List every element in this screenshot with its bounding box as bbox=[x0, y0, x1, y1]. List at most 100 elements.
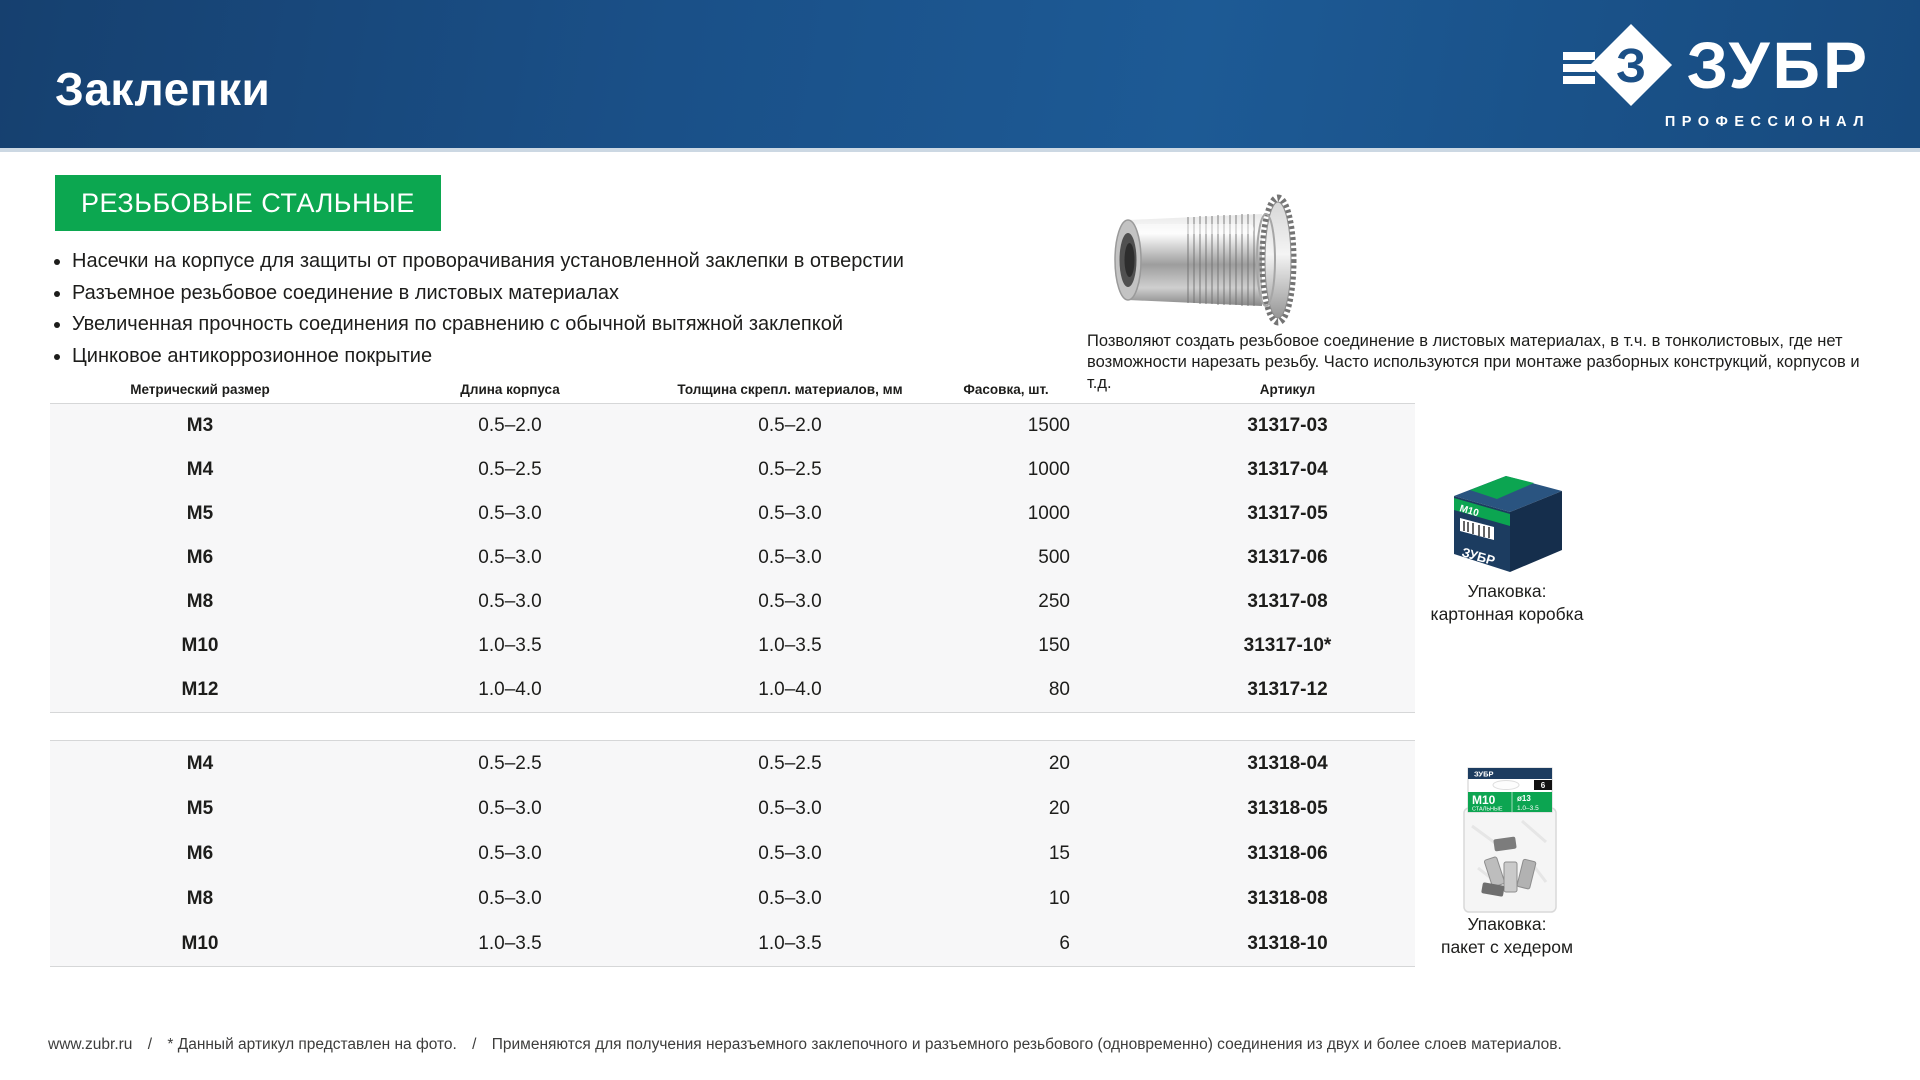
cell-thickness: 0.5–3.0 bbox=[670, 591, 910, 613]
cell-sku: 31317-03 bbox=[1160, 415, 1415, 437]
package-caption-line: Упаковка: bbox=[1382, 580, 1632, 603]
cell-length: 0.5–3.0 bbox=[350, 547, 670, 569]
table-section-bag: M4 0.5–2.5 0.5–2.5 20 31318-04 M5 0.5–3.… bbox=[50, 740, 1415, 967]
cell-sku: 31317-08 bbox=[1160, 591, 1415, 613]
cell-thickness: 0.5–2.5 bbox=[670, 753, 910, 775]
table-row: M10 1.0–3.5 1.0–3.5 6 31318-10 bbox=[50, 921, 1415, 966]
package-box-image: M10 ЗУБР bbox=[1446, 466, 1570, 581]
bag-sub-label: СТАЛЬНЫЕ bbox=[1472, 807, 1503, 813]
brand-logo: З ЗУБР ПРОФЕССИОНАЛ bbox=[1557, 22, 1870, 130]
cell-length: 1.0–3.5 bbox=[350, 933, 670, 955]
column-header-pack: Фасовка, шт. bbox=[910, 382, 1160, 397]
brand-subtitle: ПРОФЕССИОНАЛ bbox=[1665, 114, 1870, 130]
bag-diameter-label: ø13 bbox=[1517, 794, 1531, 803]
cell-thickness: 0.5–3.0 bbox=[670, 843, 910, 865]
cell-pack: 1000 bbox=[910, 459, 1160, 481]
product-table: Метрический размер Длина корпуса Толщина… bbox=[50, 376, 1415, 967]
cell-thickness: 0.5–3.0 bbox=[670, 888, 910, 910]
cell-pack: 500 bbox=[910, 547, 1160, 569]
cell-sku: 31318-06 bbox=[1160, 843, 1415, 865]
cell-length: 0.5–2.0 bbox=[350, 415, 670, 437]
table-row: M5 0.5–3.0 0.5–3.0 1000 31317-05 bbox=[50, 492, 1415, 536]
header-band: Заклепки З ЗУБР ПРОФЕССИОНАЛ bbox=[0, 0, 1920, 152]
cell-thickness: 1.0–3.5 bbox=[670, 635, 910, 657]
cell-length: 0.5–2.5 bbox=[350, 753, 670, 775]
table-row: M6 0.5–3.0 0.5–3.0 500 31317-06 bbox=[50, 536, 1415, 580]
brand-name: ЗУБР bbox=[1687, 32, 1870, 98]
rivet-nut-photo bbox=[1088, 190, 1318, 335]
cell-size: M6 bbox=[50, 843, 350, 865]
page-title: Заклепки bbox=[55, 62, 270, 116]
logo-letter: З bbox=[1616, 40, 1646, 93]
category-badge: РЕЗЬБОВЫЕ СТАЛЬНЫЕ bbox=[55, 175, 441, 231]
cell-length: 1.0–4.0 bbox=[350, 679, 670, 701]
cell-sku: 31317-06 bbox=[1160, 547, 1415, 569]
bag-count-label: 6 bbox=[1541, 781, 1546, 790]
table-row: M6 0.5–3.0 0.5–3.0 15 31318-06 bbox=[50, 831, 1415, 876]
footer-separator: / bbox=[472, 1036, 476, 1053]
package-caption-line: Упаковка: bbox=[1382, 913, 1632, 936]
cell-sku: 31317-10* bbox=[1160, 635, 1415, 657]
package-caption-bag: Упаковка: пакет с хедером bbox=[1382, 913, 1632, 959]
column-header-thickness: Толщина скрепл. материалов, мм bbox=[670, 382, 910, 397]
cell-sku: 31317-12 bbox=[1160, 679, 1415, 701]
package-caption-line: пакет с хедером bbox=[1382, 936, 1632, 959]
column-header-size: Метрический размер bbox=[50, 382, 350, 397]
cell-size: M10 bbox=[50, 635, 350, 657]
cell-sku: 31318-05 bbox=[1160, 798, 1415, 820]
feature-item: Цинковое антикоррозионное покрытие bbox=[72, 341, 944, 373]
cell-length: 0.5–2.5 bbox=[350, 459, 670, 481]
feature-item: Увеличенная прочность соединения по срав… bbox=[72, 309, 944, 341]
cell-pack: 6 bbox=[910, 933, 1160, 955]
cell-size: M5 bbox=[50, 798, 350, 820]
cell-thickness: 0.5–3.0 bbox=[670, 798, 910, 820]
package-caption-line: картонная коробка bbox=[1382, 603, 1632, 626]
package-bag-image: ЗУБР 6 M10 СТАЛЬНЫЕ ø13 1.0–3.5 bbox=[1460, 766, 1560, 921]
cell-thickness: 0.5–2.5 bbox=[670, 459, 910, 481]
feature-list: Насечки на корпусе для защиты от провора… bbox=[44, 246, 944, 372]
cell-size: M8 bbox=[50, 888, 350, 910]
cell-sku: 31318-10 bbox=[1160, 933, 1415, 955]
bag-size-label: M10 bbox=[1472, 793, 1496, 807]
cell-size: M3 bbox=[50, 415, 350, 437]
cell-pack: 15 bbox=[910, 843, 1160, 865]
cell-sku: 31317-04 bbox=[1160, 459, 1415, 481]
feature-item: Разъемное резьбовое соединение в листовы… bbox=[72, 278, 944, 310]
cell-length: 0.5–3.0 bbox=[350, 843, 670, 865]
cell-size: M10 bbox=[50, 933, 350, 955]
zubr-diamond-icon: З bbox=[1557, 22, 1677, 108]
table-row: M5 0.5–3.0 0.5–3.0 20 31318-05 bbox=[50, 786, 1415, 831]
cell-thickness: 0.5–3.0 bbox=[670, 503, 910, 525]
cell-size: M4 bbox=[50, 459, 350, 481]
table-section-box: M3 0.5–2.0 0.5–2.0 1500 31317-03 M4 0.5–… bbox=[50, 403, 1415, 713]
table-row: M12 1.0–4.0 1.0–4.0 80 31317-12 bbox=[50, 668, 1415, 712]
footer-site-link[interactable]: www.zubr.ru bbox=[48, 1036, 132, 1053]
bag-range-label: 1.0–3.5 bbox=[1517, 805, 1539, 812]
cell-pack: 10 bbox=[910, 888, 1160, 910]
cell-pack: 20 bbox=[910, 753, 1160, 775]
table-row: M8 0.5–3.0 0.5–3.0 10 31318-08 bbox=[50, 876, 1415, 921]
cell-length: 0.5–3.0 bbox=[350, 503, 670, 525]
footer: www.zubr.ru / * Данный артикул представл… bbox=[48, 1036, 1908, 1054]
cell-thickness: 1.0–4.0 bbox=[670, 679, 910, 701]
feature-item: Насечки на корпусе для защиты от провора… bbox=[72, 246, 944, 278]
cell-pack: 20 bbox=[910, 798, 1160, 820]
cell-size: M8 bbox=[50, 591, 350, 613]
cell-pack: 1500 bbox=[910, 415, 1160, 437]
footer-separator: / bbox=[148, 1036, 152, 1053]
table-row: M10 1.0–3.5 1.0–3.5 150 31317-10* bbox=[50, 624, 1415, 668]
cell-thickness: 0.5–3.0 bbox=[670, 547, 910, 569]
cell-pack: 80 bbox=[910, 679, 1160, 701]
cell-pack: 1000 bbox=[910, 503, 1160, 525]
cell-length: 0.5–3.0 bbox=[350, 888, 670, 910]
table-row: M4 0.5–2.5 0.5–2.5 20 31318-04 bbox=[50, 741, 1415, 786]
cell-sku: 31317-05 bbox=[1160, 503, 1415, 525]
cell-length: 0.5–3.0 bbox=[350, 798, 670, 820]
column-header-length: Длина корпуса bbox=[350, 382, 670, 397]
table-row: M4 0.5–2.5 0.5–2.5 1000 31317-04 bbox=[50, 448, 1415, 492]
cell-size: M12 bbox=[50, 679, 350, 701]
footer-note-photo: * Данный артикул представлен на фото. bbox=[167, 1036, 456, 1053]
cell-thickness: 1.0–3.5 bbox=[670, 933, 910, 955]
table-row: M3 0.5–2.0 0.5–2.0 1500 31317-03 bbox=[50, 404, 1415, 448]
footer-note-usage: Применяются для получения неразъемного з… bbox=[492, 1036, 1562, 1053]
